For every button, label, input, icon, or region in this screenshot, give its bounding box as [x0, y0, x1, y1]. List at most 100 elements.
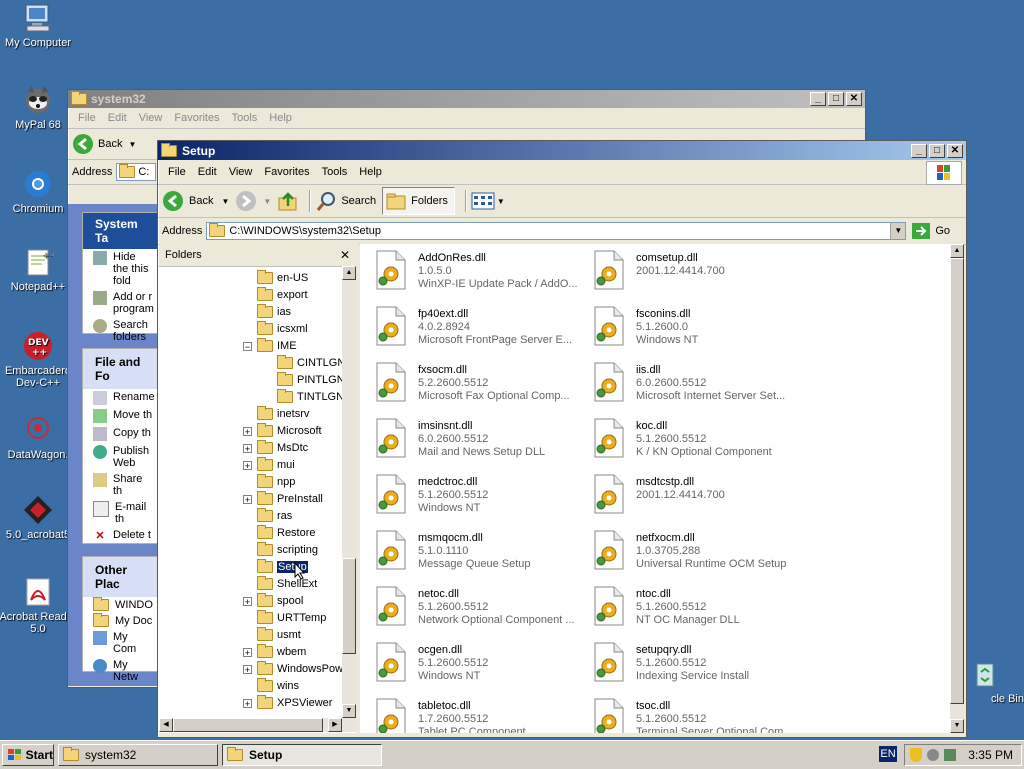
file-item[interactable]: setupqry.dll 5.1.2600.5512 Indexing Servic… — [592, 640, 802, 690]
menu-tools[interactable]: Tools — [226, 112, 264, 124]
expand-icon[interactable]: + — [243, 444, 252, 454]
file-item[interactable]: tabletoc.dll 1.7.2600.5512 Tablet PC Compo… — [374, 696, 584, 733]
scroll-left-button[interactable]: ◀ — [159, 718, 173, 732]
menu-view[interactable]: View — [133, 112, 169, 124]
place-my-computer[interactable]: My Com — [83, 629, 163, 657]
tree-item[interactable]: usmt — [257, 627, 301, 643]
tree-item[interactable]: IME — [257, 338, 297, 354]
expand-icon[interactable]: + — [243, 699, 252, 709]
language-indicator[interactable]: EN — [879, 746, 897, 762]
file-item[interactable]: fsconins.dll 5.1.2600.0 Windows NT — [592, 304, 802, 354]
setup-title-bar[interactable]: Setup _ □ ✕ — [158, 141, 966, 160]
tree-item[interactable]: wins — [257, 678, 299, 694]
scroll-up-button[interactable]: ▲ — [342, 266, 356, 280]
tree-item[interactable]: mui — [257, 457, 295, 473]
other-places-heading[interactable]: Other Plac — [83, 557, 163, 597]
tree-item[interactable]: ShellExt — [257, 576, 317, 592]
task-search[interactable]: Search folders — [83, 317, 163, 345]
system32-title-bar[interactable]: system32 _ □ ✕ — [68, 90, 865, 108]
scroll-thumb[interactable] — [173, 718, 323, 732]
place-my-documents[interactable]: My Doc — [83, 613, 163, 629]
tree-item[interactable]: URTTemp — [257, 610, 326, 626]
close-button[interactable]: ✕ — [947, 143, 963, 158]
file-folder-tasks-heading[interactable]: File and Fo — [83, 349, 163, 389]
task-email[interactable]: E-mail th — [83, 499, 163, 527]
desktop-icon-my-computer[interactable]: My Computer — [0, 2, 78, 49]
back-button[interactable]: Back ▼ — [72, 133, 136, 155]
tree-item[interactable]: XPSViewer — [257, 695, 332, 711]
expand-icon[interactable]: + — [243, 461, 252, 471]
minimize-button[interactable]: _ — [810, 92, 826, 106]
tree-item[interactable]: CINTLGN — [277, 355, 342, 371]
tree-item[interactable]: spool — [257, 593, 303, 609]
maximize-button[interactable]: □ — [828, 92, 844, 106]
tree-item[interactable]: scripting — [257, 542, 318, 558]
up-folder-button[interactable] — [277, 190, 299, 212]
scroll-thumb[interactable] — [950, 258, 964, 704]
file-item[interactable]: msmqocm.dll 5.1.0.1110 Message Queue Setup — [374, 528, 584, 578]
tree-item[interactable]: MsDtc — [257, 440, 308, 456]
menu-view[interactable]: View — [223, 166, 259, 178]
menu-edit[interactable]: Edit — [192, 166, 223, 178]
views-button[interactable]: ▼ — [471, 192, 505, 210]
collapse-icon[interactable]: − — [243, 342, 252, 352]
tree-vertical-scrollbar[interactable]: ▲ ▼ — [342, 266, 356, 718]
file-item[interactable]: koc.dll 5.1.2600.5512 K / KN Optional Comp… — [592, 416, 802, 466]
tree-horizontal-scrollbar[interactable]: ◀ ▶ — [159, 718, 356, 732]
scroll-down-button[interactable]: ▼ — [950, 719, 964, 733]
file-item[interactable]: ntoc.dll 5.1.2600.5512 NT OC Manager DLL — [592, 584, 802, 634]
taskbar-button-setup[interactable]: Setup — [222, 744, 382, 766]
expand-icon[interactable]: + — [243, 427, 252, 437]
menu-help[interactable]: Help — [353, 166, 388, 178]
search-button[interactable]: Search — [315, 190, 376, 212]
file-item[interactable]: fxsocm.dll 5.2.2600.5512 Microsoft Fax Opt… — [374, 360, 584, 410]
menu-edit[interactable]: Edit — [102, 112, 133, 124]
chevron-down-icon[interactable]: ▼ — [221, 197, 229, 206]
task-rename[interactable]: Rename — [83, 389, 163, 407]
chevron-down-icon[interactable]: ▼ — [263, 197, 271, 206]
expand-icon[interactable]: + — [243, 597, 252, 607]
address-input[interactable]: C:\WINDOWS\system32\Setup ▼ — [206, 222, 907, 240]
expand-icon[interactable]: + — [243, 495, 252, 505]
task-delete[interactable]: ✕ Delete t — [83, 527, 163, 545]
task-copy[interactable]: Copy th — [83, 425, 163, 443]
system-tasks-heading[interactable]: System Ta — [83, 213, 163, 249]
back-button[interactable]: Back ▼ — [162, 190, 229, 212]
file-item[interactable]: tsoc.dll 5.1.2600.5512 Terminal Server Opt… — [592, 696, 802, 733]
file-item[interactable]: netfxocm.dll 1.0.3705.288 Universal Runtim… — [592, 528, 802, 578]
scroll-up-button[interactable]: ▲ — [950, 244, 964, 258]
address-input[interactable]: C: — [116, 163, 157, 181]
file-item[interactable]: imsinsnt.dll 6.0.2600.5512 Mail and News S… — [374, 416, 584, 466]
task-move[interactable]: Move th — [83, 407, 163, 425]
scroll-thumb[interactable] — [342, 558, 356, 654]
file-item[interactable]: msdtcstp.dll 2001.12.4414.700 — [592, 472, 802, 522]
menu-file[interactable]: File — [72, 112, 102, 124]
expand-icon[interactable]: + — [243, 648, 252, 658]
address-dropdown-button[interactable]: ▼ — [890, 223, 906, 239]
file-item[interactable]: fp40ext.dll 4.0.2.8924 Microsoft FrontPage… — [374, 304, 584, 354]
chevron-down-icon[interactable]: ▼ — [128, 140, 136, 149]
menu-tools[interactable]: Tools — [316, 166, 354, 178]
tree-item[interactable]: en-US — [257, 270, 308, 286]
tree-item[interactable]: wbem — [257, 644, 306, 660]
file-item[interactable]: comsetup.dll 2001.12.4414.700 — [592, 248, 802, 298]
file-item[interactable]: ocgen.dll 5.1.2600.5512 Windows NT — [374, 640, 584, 690]
tree-item[interactable]: export — [257, 287, 308, 303]
tree-item[interactable]: npp — [257, 474, 295, 490]
maximize-button[interactable]: □ — [929, 143, 945, 158]
go-button[interactable]: Go — [912, 223, 950, 239]
scroll-right-button[interactable]: ▶ — [328, 718, 342, 732]
menu-favorites[interactable]: Favorites — [168, 112, 225, 124]
file-item[interactable]: netoc.dll 5.1.2600.5512 Network Optional C… — [374, 584, 584, 634]
tree-item[interactable]: Microsoft — [257, 423, 322, 439]
folders-button[interactable]: Folders — [382, 187, 455, 215]
shield-icon[interactable] — [910, 748, 922, 762]
tree-item[interactable]: Restore — [257, 525, 316, 541]
task-share[interactable]: Share th — [83, 471, 163, 499]
forward-button[interactable]: ▼ — [235, 190, 271, 212]
network-icon[interactable] — [944, 749, 956, 761]
tray-app-icon[interactable] — [927, 749, 939, 761]
menu-file[interactable]: File — [162, 166, 192, 178]
task-add-remove[interactable]: Add or r program — [83, 289, 163, 317]
tree-item[interactable]: inetsrv — [257, 406, 309, 422]
